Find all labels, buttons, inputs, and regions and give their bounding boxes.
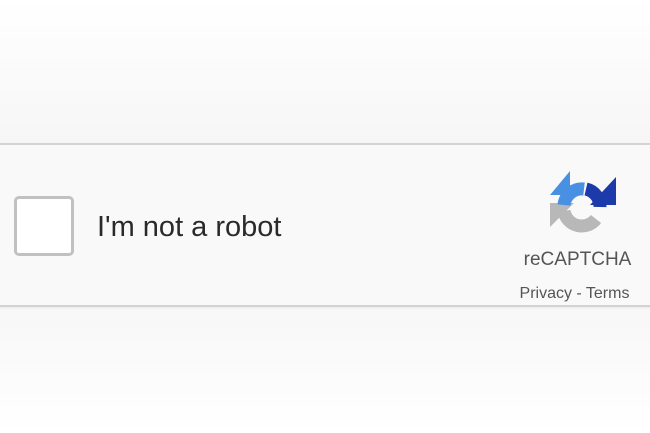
recaptcha-widget: I'm not a robot reCAPTCHA Privacy - Term… (0, 143, 650, 307)
link-separator: - (571, 285, 586, 302)
checkbox-label: I'm not a robot (97, 211, 282, 243)
robot-checkbox[interactable] (14, 196, 74, 256)
recaptcha-logo-icon (550, 171, 616, 233)
privacy-link[interactable]: Privacy (520, 285, 572, 302)
recaptcha-brand-text: reCAPTCHA (523, 249, 632, 270)
terms-link[interactable]: Terms (586, 285, 630, 302)
legal-links: Privacy - Terms (502, 284, 647, 304)
